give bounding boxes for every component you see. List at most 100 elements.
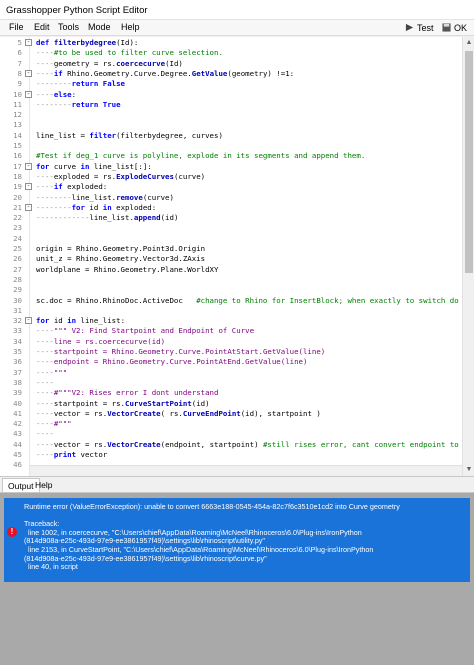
- line-code: sc.doc = Rhino.RhinoDoc.ActiveDoc #chang…: [36, 296, 459, 306]
- code-token: for: [71, 202, 90, 212]
- menu-mode[interactable]: Mode: [88, 22, 111, 32]
- code-line[interactable]: 21- --------for id in exploded:: [0, 203, 462, 213]
- code-line[interactable]: 22 ------------line_list.append(id): [0, 213, 462, 223]
- menu-file[interactable]: File: [9, 22, 24, 32]
- code-line[interactable]: 23: [0, 223, 462, 233]
- line-number: 40: [13, 398, 22, 408]
- code-line[interactable]: 11 --------return True: [0, 100, 462, 110]
- scroll-up-icon[interactable]: ▲: [463, 37, 474, 49]
- fold-toggle-icon[interactable]: -: [25, 69, 32, 77]
- horizontal-scrollbar[interactable]: [30, 465, 462, 476]
- code-token: VectorCreate: [107, 439, 161, 449]
- code-token: line_list:: [80, 316, 126, 326]
- code-token: VectorCreate: [107, 408, 161, 418]
- line-code: ----endpoint = Rhino.Geometry.Curve.Poin…: [36, 357, 307, 367]
- code-token: line_list =: [36, 130, 90, 140]
- code-editor[interactable]: 5- def filterbydegree(Id): 6 ----#to be use…: [0, 37, 474, 477]
- line-code: ----if Rhino.Geometry.Curve.Degree.GetVa…: [36, 69, 294, 79]
- line-number: 42: [13, 419, 22, 429]
- line-number: 30: [13, 295, 22, 305]
- code-token: line = rs.coercecurve(id): [53, 336, 166, 346]
- fold-toggle-icon[interactable]: -: [25, 162, 32, 170]
- code-line[interactable]: 32- for id in line_list:: [0, 316, 462, 326]
- line-code: ----""" V2: Find Startpoint and Endpoint…: [36, 326, 254, 336]
- fold-toggle-icon[interactable]: -: [25, 90, 32, 98]
- error-line: line 40, in script: [24, 562, 78, 572]
- code-line[interactable]: 12: [0, 110, 462, 120]
- code-line[interactable]: 31: [0, 306, 462, 316]
- code-line[interactable]: 8- ----if Rhino.Geometry.Curve.Degree.Get…: [0, 69, 462, 79]
- code-token: vector = rs.: [53, 439, 108, 449]
- code-line[interactable]: 33 ----""" V2: Find Startpoint and Endpoi…: [0, 326, 462, 336]
- code-line[interactable]: 19- ----if exploded:: [0, 182, 462, 192]
- line-number: 25: [13, 244, 22, 253]
- code-line[interactable]: 9 --------return False: [0, 79, 462, 89]
- code-line[interactable]: 34 ----line = rs.coercecurve(id): [0, 337, 462, 347]
- code-token: curve: [53, 161, 81, 171]
- code-line[interactable]: 5- def filterbydegree(Id):: [0, 38, 462, 48]
- code-line[interactable]: 14 line_list = filter(filterbydegree, cur…: [0, 131, 462, 141]
- scroll-thumb[interactable]: [465, 51, 473, 273]
- code-line[interactable]: 45 ----print vector: [0, 450, 462, 460]
- code-line[interactable]: 44 ----vector = rs.VectorCreate(endpoint,…: [0, 440, 462, 450]
- code-line[interactable]: 28: [0, 275, 462, 285]
- line-code: worldplane = Rhino.Geometry.Plane.WorldX…: [36, 265, 218, 275]
- menu-tools[interactable]: Tools: [58, 22, 79, 32]
- code-line[interactable]: 38 ----: [0, 378, 462, 388]
- code-line[interactable]: 35 ----startpoint = Rhino.Geometry.Curve.…: [0, 347, 462, 357]
- code-line[interactable]: 25 origin = Rhino.Geometry.Point3d.Origin: [0, 244, 462, 254]
- line-number: 12: [13, 110, 22, 120]
- fold-toggle-icon[interactable]: -: [25, 317, 32, 325]
- code-token: ----: [36, 68, 54, 78]
- vertical-scrollbar[interactable]: ▲ ▼: [462, 37, 474, 476]
- code-line[interactable]: 29: [0, 285, 462, 295]
- code-token: origin = Rhino.Geometry.Point3d.Origin: [36, 244, 206, 253]
- fold-toggle-icon[interactable]: -: [25, 39, 32, 46]
- test-button-label: Test: [417, 22, 434, 33]
- code-line[interactable]: 26 unit_z = Rhino.Geometry.Vector3d.ZAxis: [0, 254, 462, 264]
- code-line[interactable]: 27 worldplane = Rhino.Geometry.Plane.Worl…: [0, 265, 462, 275]
- line-number: 10: [13, 89, 22, 99]
- code-line[interactable]: 10- ----else:: [0, 90, 462, 100]
- fold-toggle-icon[interactable]: -: [25, 203, 32, 211]
- line-number: 23: [13, 223, 22, 233]
- code-line[interactable]: 7 ----geometry = rs.coercecurve(Id): [0, 59, 462, 69]
- code-line[interactable]: 40 ----startpoint = rs.CurveStartPoint(id…: [0, 399, 462, 409]
- code-token: (filterbydegree, curves): [116, 130, 223, 140]
- code-line[interactable]: 30 sc.doc = Rhino.RhinoDoc.ActiveDoc #cha…: [0, 296, 462, 306]
- bottom-tabs: Output Help: [0, 478, 474, 492]
- test-button[interactable]: Test: [405, 21, 434, 34]
- code-token: (curve): [173, 171, 206, 181]
- scroll-down-icon[interactable]: ▼: [463, 464, 474, 476]
- code-line[interactable]: 16 #Test if deg_1 curve is polyline, expl…: [0, 151, 462, 161]
- code-token: filterbydegree: [53, 38, 117, 47]
- line-number: 17: [13, 161, 22, 171]
- code-line[interactable]: 18 ----exploded = rs.ExplodeCurves(curve): [0, 172, 462, 182]
- code-line[interactable]: 43 ----: [0, 429, 462, 439]
- code-line[interactable]: 17- for curve in line_list[:]:: [0, 162, 462, 172]
- code-line[interactable]: 6 ----#to be used to filter curve selecti…: [0, 48, 462, 58]
- code-line[interactable]: 13: [0, 120, 462, 130]
- code-line[interactable]: 42 ----#""": [0, 419, 462, 429]
- code-line[interactable]: 20 --------line_list.remove(curve): [0, 193, 462, 203]
- code-line[interactable]: 37 ----""": [0, 368, 462, 378]
- code-token: ----: [36, 182, 54, 192]
- code-token: (id): [191, 398, 210, 408]
- line-code: ----else:: [36, 90, 76, 100]
- code-token: worldplane = Rhino.Geometry.Plane.WorldX…: [36, 264, 219, 274]
- ok-button[interactable]: OK: [442, 21, 467, 34]
- fold-toggle-icon[interactable]: -: [25, 183, 32, 191]
- code-line[interactable]: 15: [0, 141, 462, 151]
- code-token: ExplodeCurves: [116, 171, 174, 181]
- menu-help[interactable]: Help: [121, 22, 140, 32]
- error-message[interactable]: ! Runtime error (ValueErrorException): u…: [4, 498, 470, 582]
- line-number: 21: [13, 202, 22, 212]
- code-token: id: [89, 202, 103, 212]
- tab-help[interactable]: Help: [30, 478, 57, 492]
- code-line[interactable]: 24: [0, 234, 462, 244]
- line-number: 28: [13, 274, 22, 284]
- menu-edit[interactable]: Edit: [34, 22, 50, 32]
- code-line[interactable]: 41 ----vector = rs.VectorCreate( rs.Curve…: [0, 409, 462, 419]
- code-line[interactable]: 39 ----#"""V2: Rises error I dont underst…: [0, 388, 462, 398]
- code-line[interactable]: 36 ----endpoint = Rhino.Geometry.Curve.Po…: [0, 357, 462, 367]
